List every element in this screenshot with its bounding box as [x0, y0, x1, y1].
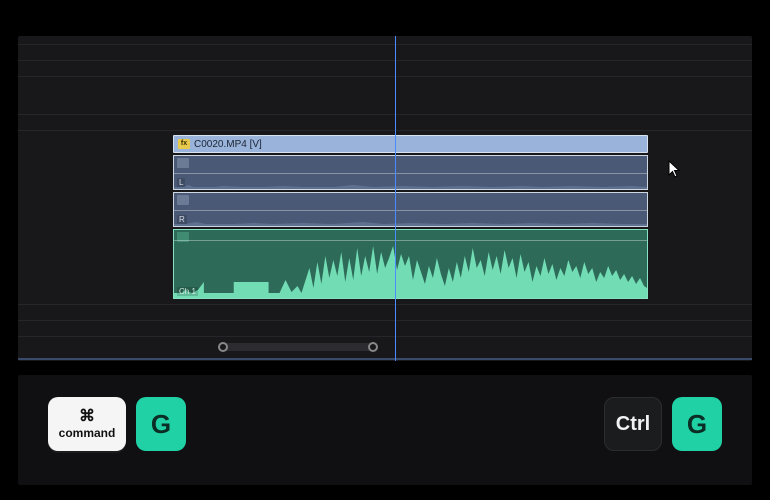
- work-area-bar: [18, 358, 752, 360]
- mouse-cursor-icon: [668, 160, 684, 180]
- video-clip-label: C0020.MP4 [V]: [194, 139, 262, 150]
- app-frame: fx C0020.MP4 [V] L R: [0, 0, 770, 500]
- audio-clip-right[interactable]: R: [173, 192, 648, 227]
- track-divider: [18, 336, 752, 337]
- zoom-handle-left[interactable]: [218, 342, 228, 352]
- keycap-command: ⌘ command: [48, 397, 126, 451]
- waveform-right: [174, 212, 647, 226]
- fx-badge-icon: fx: [178, 139, 190, 149]
- audio-center-line: [174, 173, 647, 174]
- keycap-g-mac: G: [136, 397, 186, 451]
- audio-clip-left[interactable]: L: [173, 155, 648, 190]
- channel-label-ch1: Ch 1: [177, 287, 198, 296]
- shortcut-mac: ⌘ command G: [48, 397, 186, 451]
- shortcut-win: Ctrl G: [604, 397, 722, 451]
- waveform-ch1: [174, 238, 647, 298]
- keycap-g-label: G: [151, 409, 171, 440]
- audio-center-line: [174, 210, 647, 211]
- timeline-panel[interactable]: fx C0020.MP4 [V] L R: [18, 36, 752, 361]
- command-symbol-icon: ⌘: [79, 410, 95, 424]
- keycap-g-win: G: [672, 397, 722, 451]
- keyframe-badge-icon: [177, 195, 189, 205]
- shortcut-overlay: ⌘ command G Ctrl G: [18, 375, 752, 485]
- keyframe-badge-icon: [177, 158, 189, 168]
- audio-clip-ch1[interactable]: Ch 1: [173, 229, 648, 299]
- zoom-scrollbar[interactable]: [218, 343, 378, 351]
- track-divider: [18, 130, 752, 131]
- command-label: command: [59, 426, 116, 440]
- keycap-ctrl: Ctrl: [604, 397, 662, 451]
- channel-label-left: L: [177, 178, 185, 187]
- track-divider: [18, 320, 752, 321]
- zoom-handle-right[interactable]: [368, 342, 378, 352]
- channel-label-right: R: [177, 215, 187, 224]
- track-divider: [18, 304, 752, 305]
- ctrl-label: Ctrl: [616, 413, 650, 436]
- video-clip[interactable]: fx C0020.MP4 [V]: [173, 135, 648, 153]
- track-divider: [18, 114, 752, 115]
- track-divider: [18, 60, 752, 61]
- track-divider: [18, 44, 752, 45]
- keycap-g-label: G: [687, 409, 707, 440]
- waveform-left: [174, 175, 647, 189]
- playhead[interactable]: [395, 36, 396, 361]
- track-divider: [18, 76, 752, 77]
